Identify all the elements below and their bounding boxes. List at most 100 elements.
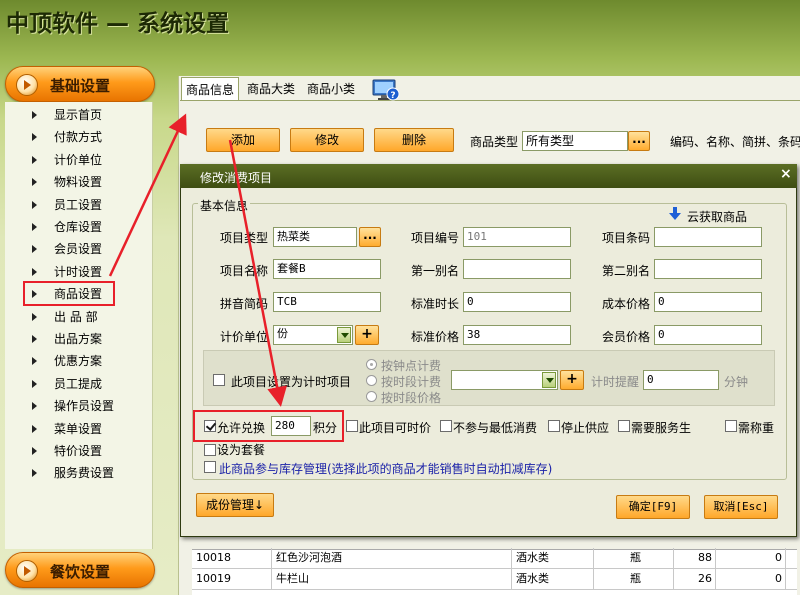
- cell-qty: 0: [716, 548, 786, 569]
- chevron-down-icon[interactable]: [337, 327, 351, 343]
- member-price-input[interactable]: 0: [654, 325, 762, 345]
- dialog-titlebar[interactable]: [180, 164, 797, 188]
- add-unit-button[interactable]: +: [355, 325, 379, 345]
- alias1-label: 第一别名: [411, 264, 460, 278]
- timed-item-checkbox[interactable]: [213, 374, 225, 386]
- sidebar-item[interactable]: 员工提成: [32, 374, 142, 394]
- sidebar-item[interactable]: 菜单设置: [32, 419, 142, 439]
- alias2-input[interactable]: [654, 259, 762, 279]
- triangle-right-icon: [32, 379, 37, 388]
- item-type-filter-label: 商品类型: [470, 135, 519, 149]
- sidebar-item[interactable]: 优惠方案: [32, 351, 142, 371]
- app-title: 中顶软件 — 系统设置: [6, 11, 230, 37]
- triangle-right-icon: [32, 267, 37, 276]
- delete-button[interactable]: 删除: [374, 128, 454, 152]
- barcode-label: 项目条码: [602, 231, 651, 245]
- monitor-help-icon[interactable]: ?: [372, 79, 400, 101]
- cancel-button[interactable]: 取消[Esc]: [704, 495, 778, 519]
- reminder-label: 计时提醒: [591, 375, 640, 389]
- radio-period-price[interactable]: [366, 391, 377, 402]
- sidebar-item[interactable]: 显示首页: [32, 105, 142, 125]
- inventory-label: 此商品参与库存管理(选择此项的商品才能销售时自动扣减库存): [219, 462, 553, 476]
- item-no-label: 项目编号: [411, 231, 460, 245]
- no-min-charge-checkbox[interactable]: [440, 420, 452, 432]
- set-meal-checkbox[interactable]: [204, 444, 216, 456]
- edit-button[interactable]: 修改: [290, 128, 364, 152]
- minutes-label: 分钟: [724, 375, 749, 389]
- annotation-highlight-box: [23, 281, 115, 306]
- cell-category: 酒水类: [512, 548, 594, 569]
- table-row[interactable]: 10018 红色沙河泡酒 酒水类 瓶 88 0: [192, 548, 797, 569]
- inventory-checkbox[interactable]: [204, 461, 216, 473]
- tab-item-info[interactable]: 商品信息: [181, 77, 239, 101]
- unit-value: 份: [277, 327, 288, 340]
- cloud-fetch-link[interactable]: 云获取商品: [687, 208, 747, 225]
- need-service-checkbox[interactable]: [618, 420, 630, 432]
- download-arrow-icon[interactable]: [669, 207, 681, 221]
- annotation-highlight-box: [193, 410, 344, 442]
- triangle-right-icon: [32, 133, 37, 142]
- sidebar-item-label: 菜单设置: [54, 421, 103, 436]
- sidebar-item[interactable]: 付款方式: [32, 127, 142, 147]
- triangle-right-icon: [32, 469, 37, 478]
- std-price-input[interactable]: 38: [463, 325, 571, 345]
- sidebar-item[interactable]: 员工设置: [32, 195, 142, 215]
- timed-price-checkbox[interactable]: [346, 420, 358, 432]
- sidebar-item[interactable]: 操作员设置: [32, 396, 142, 416]
- cell-category: 酒水类: [512, 569, 594, 590]
- components-button[interactable]: 成份管理↓: [196, 493, 274, 517]
- period-select[interactable]: [451, 370, 558, 390]
- reminder-input[interactable]: 0: [643, 370, 719, 390]
- sidebar-item[interactable]: 会员设置: [32, 239, 142, 259]
- sidebar-item[interactable]: 出品方案: [32, 329, 142, 349]
- sidebar-item[interactable]: 计价单位: [32, 150, 142, 170]
- close-icon[interactable]: ×: [780, 166, 792, 182]
- sidebar-section-label: 餐饮设置: [50, 563, 111, 581]
- item-name-input[interactable]: 套餐B: [273, 259, 381, 279]
- table-row[interactable]: 10019 牛栏山 酒水类 瓶 26 0: [192, 569, 797, 590]
- triangle-right-icon: [32, 223, 37, 231]
- item-type-filter[interactable]: 所有类型: [522, 131, 628, 151]
- item-type-input[interactable]: 热菜类: [273, 227, 357, 247]
- add-period-button[interactable]: +: [560, 370, 584, 390]
- svg-text:?: ?: [390, 91, 395, 101]
- radio-hourly[interactable]: [366, 359, 377, 370]
- unit-select[interactable]: 份: [273, 325, 353, 345]
- sidebar-section-catering[interactable]: 餐饮设置: [5, 552, 155, 588]
- item-type-picker-button[interactable]: ...: [359, 227, 381, 247]
- item-no-input[interactable]: 101: [463, 227, 571, 247]
- std-time-input[interactable]: 0: [463, 292, 571, 312]
- need-weigh-label: 需称重: [738, 421, 775, 435]
- sidebar-item-label: 付款方式: [54, 130, 103, 145]
- tab-divider: [180, 100, 800, 101]
- cost-input[interactable]: 0: [654, 292, 762, 312]
- sidebar-section-basic[interactable]: 基础设置: [5, 66, 155, 102]
- need-service-label: 需要服务生: [631, 421, 692, 435]
- triangle-right-icon: [32, 424, 37, 433]
- pinyin-input[interactable]: TCB: [273, 292, 381, 312]
- add-button[interactable]: 添加: [206, 128, 280, 152]
- alias1-input[interactable]: [463, 259, 571, 279]
- cell-unit: 瓶: [594, 548, 674, 569]
- triangle-right-icon: [32, 155, 37, 164]
- type-picker-button[interactable]: ...: [628, 131, 650, 151]
- radio-period[interactable]: [366, 375, 377, 386]
- triangle-right-icon: [32, 357, 37, 366]
- sidebar-item[interactable]: 计时设置: [32, 262, 142, 282]
- tab-subcategory[interactable]: 商品小类: [303, 77, 359, 101]
- sidebar-item[interactable]: 出 品 部: [32, 307, 142, 327]
- dialog-title: 修改消费项目: [200, 171, 273, 185]
- need-weigh-checkbox[interactable]: [725, 420, 737, 432]
- stop-supply-checkbox[interactable]: [548, 420, 560, 432]
- barcode-input[interactable]: [654, 227, 762, 247]
- sidebar-item[interactable]: 物料设置: [32, 172, 142, 192]
- tab-category[interactable]: 商品大类: [243, 77, 299, 101]
- no-min-charge-label: 不参与最低消费: [453, 421, 538, 435]
- sidebar-item[interactable]: 仓库设置: [32, 217, 142, 237]
- sidebar-item[interactable]: 特价设置: [32, 441, 142, 461]
- item-table: 10018 红色沙河泡酒 酒水类 瓶 88 0 10019 牛栏山 酒水类 瓶 …: [192, 548, 797, 595]
- chevron-down-icon[interactable]: [542, 372, 556, 388]
- sidebar-item[interactable]: 服务费设置: [32, 463, 142, 483]
- std-price-label: 标准价格: [411, 330, 460, 344]
- confirm-button[interactable]: 确定[F9]: [616, 495, 690, 519]
